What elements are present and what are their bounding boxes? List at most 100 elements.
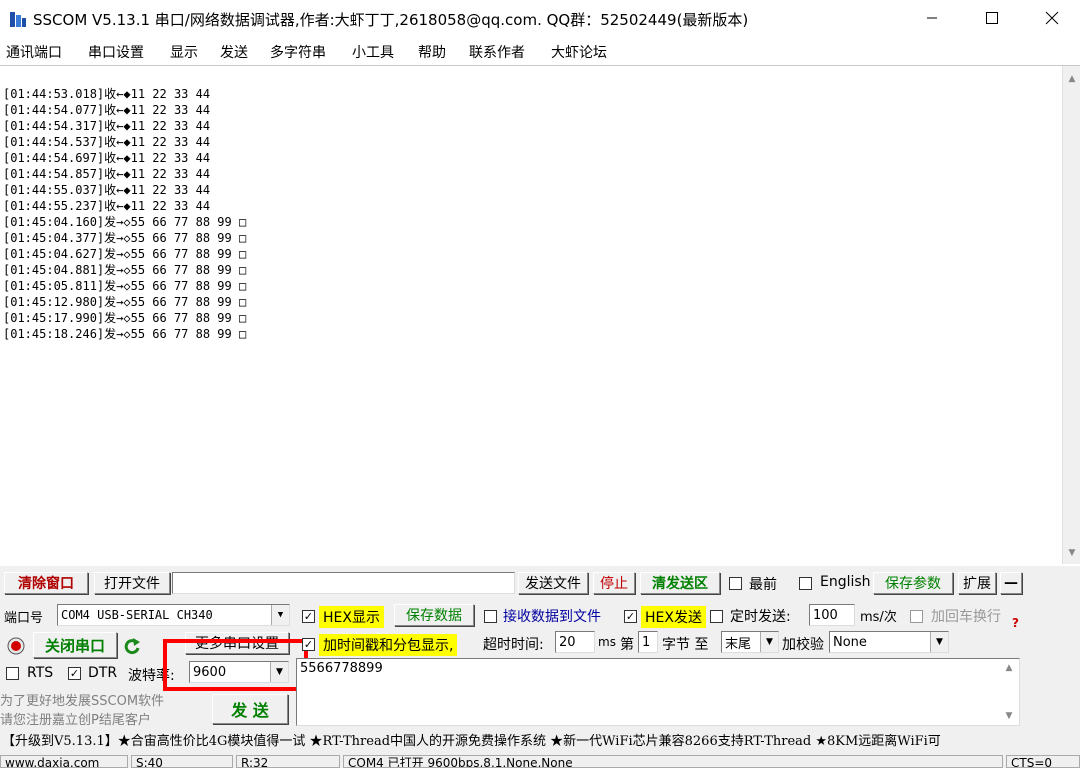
send-button[interactable]: 发 送 xyxy=(212,694,288,724)
log-line: [01:44:54.077]收←◆11 22 33 44 xyxy=(3,103,211,117)
status-sent-count: S:40 xyxy=(131,755,233,768)
rts-checkbox[interactable] xyxy=(6,667,19,680)
hex-send-checkbox[interactable]: ✓ xyxy=(624,610,637,623)
checksum-select-value: None xyxy=(833,634,867,650)
status-recv-count: R:32 xyxy=(236,755,340,768)
hex-display-label: HEX显示 xyxy=(319,606,384,628)
status-cts: CTS=0 xyxy=(1006,755,1080,768)
collapse-button[interactable]: — xyxy=(1000,572,1022,594)
dtr-checkbox[interactable]: ✓ xyxy=(68,667,81,680)
dtr-label: DTR xyxy=(88,665,118,681)
checksum-select[interactable]: None ▼ xyxy=(829,631,949,653)
clear-window-button[interactable]: 清除窗口 xyxy=(4,572,88,594)
status-port-state: COM4 已打开 9600bps,8,1,None,None xyxy=(343,755,1003,768)
menu-help[interactable]: 帮助 xyxy=(418,42,446,62)
log-line: [01:44:54.317]收←◆11 22 33 44 xyxy=(3,119,211,133)
topmost-label: 最前 xyxy=(749,577,777,593)
log-line: [01:44:53.018]收←◆11 22 33 44 xyxy=(3,87,211,101)
maximize-button[interactable] xyxy=(962,0,1022,36)
hex-display-checkbox[interactable]: ✓ xyxy=(302,610,315,623)
news-ticker[interactable]: 【升级到V5.13.1】★合宙高性价比4G模块值得一试 ★RT-Thread中国… xyxy=(0,731,1080,753)
menu-bar: 通讯端口 串口设置 显示 发送 多字符串 小工具 帮助 联系作者 大虾论坛 xyxy=(0,38,1080,66)
menu-tools[interactable]: 小工具 xyxy=(352,42,394,62)
log-line: [01:45:04.377]发→◇55 66 77 88 99 □ xyxy=(3,231,247,245)
log-line: [01:45:04.627]发→◇55 66 77 88 99 □ xyxy=(3,247,247,261)
log-line: [01:44:55.037]收←◆11 22 33 44 xyxy=(3,183,211,197)
send-scrollbar[interactable]: ▲ ▼ xyxy=(1000,659,1019,725)
timeout-label: 超时时间: xyxy=(483,637,544,653)
port-status-icon xyxy=(7,637,25,655)
log-line: [01:44:54.857]收←◆11 22 33 44 xyxy=(3,167,211,181)
english-checkbox[interactable] xyxy=(799,577,812,590)
end-select-value: 末尾 xyxy=(725,636,752,652)
scroll-down-icon[interactable]: ▼ xyxy=(1004,711,1014,721)
scroll-up-icon[interactable]: ▲ xyxy=(1067,74,1077,84)
port-select[interactable]: COM4 USB-SERIAL CH340 ▼ xyxy=(57,604,290,626)
status-bar: www.daxia.com S:40 R:32 COM4 已打开 9600bps… xyxy=(0,755,1080,768)
log-line: [01:45:05.811]发→◇55 66 77 88 99 □ xyxy=(3,279,247,293)
timeout-input[interactable]: 20 xyxy=(555,631,595,653)
add-crlf-checkbox[interactable] xyxy=(910,610,923,623)
refresh-icon[interactable] xyxy=(122,636,142,656)
log-line: [01:45:18.246]发→◇55 66 77 88 99 □ xyxy=(3,327,247,341)
sscom-app-icon xyxy=(10,12,26,27)
log-line: [01:45:12.980]发→◇55 66 77 88 99 □ xyxy=(3,295,247,309)
title-bar: SSCOM V5.13.1 串口/网络数据调试器,作者:大虾丁丁,2618058… xyxy=(0,0,1080,36)
recv-to-file-label: 接收数据到文件 xyxy=(503,609,601,625)
log-line: [01:45:04.881]发→◇55 66 77 88 99 □ xyxy=(3,263,247,277)
english-label: English xyxy=(820,574,871,590)
byte-index-input[interactable]: 1 xyxy=(638,631,658,653)
minimize-button[interactable] xyxy=(902,0,962,36)
interval-input[interactable]: 100 xyxy=(809,604,855,626)
file-path-input[interactable] xyxy=(172,572,515,594)
save-params-button[interactable]: 保存参数 xyxy=(873,572,953,594)
log-line: [01:45:04.160]发→◇55 66 77 88 99 □ xyxy=(3,215,247,229)
chevron-down-icon[interactable]: ▼ xyxy=(760,632,778,652)
log-scrollbar[interactable]: ▲ ▼ xyxy=(1062,66,1080,564)
status-site[interactable]: www.daxia.com xyxy=(0,755,128,768)
byte-prefix-label: 第 xyxy=(620,637,634,653)
clear-send-button[interactable]: 清发送区 xyxy=(640,572,720,594)
close-port-button[interactable]: 关闭串口 xyxy=(33,632,117,658)
checksum-label: 加校验 xyxy=(782,637,824,653)
close-button[interactable] xyxy=(1022,0,1080,36)
send-file-button[interactable]: 发送文件 xyxy=(518,572,588,594)
chevron-down-icon[interactable]: ▼ xyxy=(930,632,948,652)
expand-button[interactable]: 扩展 xyxy=(958,572,996,594)
recv-to-file-checkbox[interactable] xyxy=(484,610,497,623)
log-line: [01:44:55.237]收←◆11 22 33 44 xyxy=(3,199,211,213)
window-title: SSCOM V5.13.1 串口/网络数据调试器,作者:大虾丁丁,2618058… xyxy=(33,11,749,29)
menu-forum[interactable]: 大虾论坛 xyxy=(551,42,607,62)
topmost-checkbox[interactable] xyxy=(729,577,742,590)
interval-unit-label: ms/次 xyxy=(860,610,897,625)
scroll-up-icon[interactable]: ▲ xyxy=(1004,663,1014,673)
timed-send-checkbox[interactable] xyxy=(710,610,723,623)
scroll-down-icon[interactable]: ▼ xyxy=(1067,548,1077,558)
open-file-button[interactable]: 打开文件 xyxy=(94,572,170,594)
stop-button[interactable]: 停止 xyxy=(593,572,635,594)
rts-label: RTS xyxy=(27,665,54,681)
log-line: [01:45:17.990]发→◇55 66 77 88 99 □ xyxy=(3,311,247,325)
menu-contact-author[interactable]: 联系作者 xyxy=(469,42,525,62)
menu-multi-string[interactable]: 多字符串 xyxy=(270,42,326,62)
end-select[interactable]: 末尾 ▼ xyxy=(721,631,779,653)
minimize-icon xyxy=(927,17,937,19)
menu-display[interactable]: 显示 xyxy=(170,42,198,62)
hex-send-label: HEX发送 xyxy=(641,606,706,628)
annotation-highlight-box xyxy=(163,639,308,691)
menu-send[interactable]: 发送 xyxy=(220,42,248,62)
log-line: [01:44:54.537]收←◆11 22 33 44 xyxy=(3,135,211,149)
log-line: [01:44:54.697]收←◆11 22 33 44 xyxy=(3,151,211,165)
receive-log[interactable]: [01:44:53.018]收←◆11 22 33 44 [01:44:54.0… xyxy=(0,66,1062,564)
send-text-input[interactable]: 5566778899 xyxy=(296,658,1020,726)
save-data-button[interactable]: 保存数据 xyxy=(394,604,474,626)
add-crlf-label: 加回车换行 xyxy=(931,609,1001,625)
timestamp-checkbox[interactable]: ✓ xyxy=(302,638,315,651)
menu-comm-port[interactable]: 通讯端口 xyxy=(6,42,62,62)
chevron-down-icon[interactable]: ▼ xyxy=(271,605,289,625)
menu-port-settings[interactable]: 串口设置 xyxy=(88,42,144,62)
byte-suffix-label: 字节 至 xyxy=(662,637,709,653)
help-icon[interactable]: ? xyxy=(1012,616,1019,630)
promo-line-2: 请您注册嘉立创P结尾客户 xyxy=(0,713,151,728)
port-label: 端口号 xyxy=(4,611,44,626)
